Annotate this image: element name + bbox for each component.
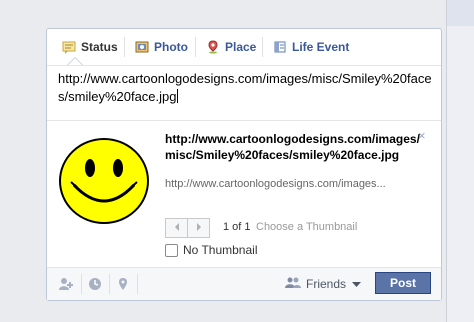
audience-selector[interactable]: Friends <box>285 275 362 293</box>
thumbnail-pager <box>165 218 210 238</box>
tag-friends-icon[interactable] <box>56 274 76 294</box>
status-composer: Status Photo Place Life Event http://www… <box>46 28 442 301</box>
composer-tabs: Status Photo Place Life Event <box>47 29 441 66</box>
link-thumbnail-image <box>57 135 157 227</box>
footer-divider <box>109 274 110 294</box>
tab-life-event[interactable]: Life Event <box>273 29 349 65</box>
chevron-left-icon <box>173 219 181 237</box>
close-icon[interactable]: × <box>418 128 426 143</box>
next-thumbnail-button[interactable] <box>188 218 210 238</box>
previous-thumbnail-button[interactable] <box>165 218 188 238</box>
composer-footer: Friends Post <box>47 267 441 300</box>
post-button[interactable]: Post <box>375 272 431 294</box>
life-event-icon <box>273 40 287 54</box>
tab-divider <box>124 37 125 57</box>
tab-divider <box>195 37 196 57</box>
tab-life-event-label: Life Event <box>292 40 350 54</box>
chevron-right-icon <box>195 219 203 237</box>
footer-divider <box>81 274 82 294</box>
no-thumbnail-option: No Thumbnail <box>165 243 257 257</box>
tab-photo-label: Photo <box>154 40 188 54</box>
thumbnail-count: 1 of 1 <box>223 221 251 233</box>
location-pin-icon[interactable] <box>113 274 133 294</box>
tab-place[interactable]: Place <box>206 29 256 65</box>
top-bar <box>0 0 474 14</box>
photo-icon <box>135 40 149 54</box>
active-tab-caret <box>67 57 83 65</box>
right-sidebar-edge <box>446 0 474 322</box>
no-thumbnail-label: No Thumbnail <box>183 243 258 257</box>
add-date-icon[interactable] <box>85 274 105 294</box>
tab-divider <box>262 37 263 57</box>
status-input-text: http://www.cartoonlogodesigns.com/images… <box>58 71 432 104</box>
link-preview-url: http://www.cartoonlogodesigns.com/images… <box>165 178 386 190</box>
footer-divider <box>137 274 138 294</box>
composer-divider <box>47 120 441 121</box>
tab-photo[interactable]: Photo <box>135 29 188 65</box>
chevron-down-icon <box>352 277 362 291</box>
audience-label: Friends <box>306 277 347 291</box>
friends-icon <box>285 277 301 292</box>
choose-thumbnail-label: Choose a Thumbnail <box>256 221 358 233</box>
right-sidebar-panel <box>447 26 474 322</box>
text-cursor <box>176 89 178 103</box>
status-input[interactable]: http://www.cartoonlogodesigns.com/images… <box>58 70 433 114</box>
link-preview-title[interactable]: http://www.cartoonlogodesigns.com/images… <box>165 131 421 163</box>
tab-status-label: Status <box>81 40 118 54</box>
no-thumbnail-checkbox[interactable] <box>165 243 178 257</box>
tab-place-label: Place <box>225 40 257 54</box>
status-icon <box>62 40 76 54</box>
place-icon <box>206 40 220 54</box>
